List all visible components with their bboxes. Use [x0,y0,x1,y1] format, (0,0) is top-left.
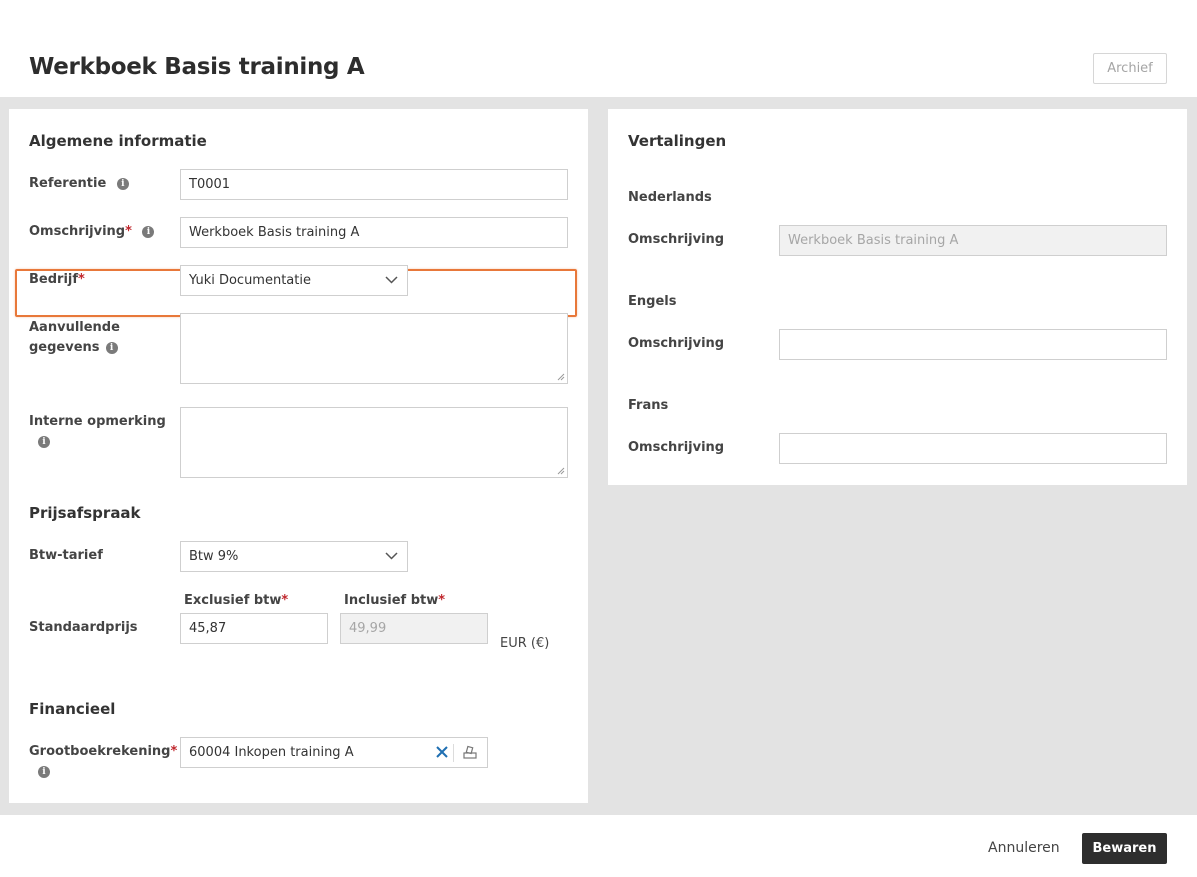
french-description-label: Omschrijving [628,440,725,455]
currency-label: EUR (€) [500,636,550,651]
info-icon[interactable]: i [38,436,50,448]
page-header: Werkboek Basis training A Archief [0,0,1197,97]
additional-label: Aanvullende gegevens i [29,320,120,355]
english-description-label: Omschrijving [628,336,725,351]
info-icon[interactable]: i [116,178,129,190]
vat-select[interactable]: Btw 9% [180,541,408,572]
content-area: Algemene informatie Referentie i T0001 O… [0,97,1197,815]
translations-section-title: Vertalingen [628,132,727,150]
gl-account-value: 60004 Inkopen training A [189,745,354,760]
chevron-down-icon [385,552,398,560]
incl-vat-label: Inclusief btw* [344,593,446,608]
dutch-description-label: Omschrijving [628,232,725,247]
required-marker: * [78,272,85,287]
language-heading-english: Engels [628,294,677,309]
clear-x-icon[interactable] [435,745,449,759]
reference-input[interactable]: T0001 [180,169,568,200]
internal-note-label: Interne opmerking i [29,414,166,448]
info-icon[interactable]: i [38,766,50,778]
excl-vat-input[interactable]: 45,87 [180,613,328,644]
excl-vat-label: Exclusief btw* [184,593,289,608]
description-input[interactable]: Werkboek Basis training A [180,217,568,248]
internal-note-textarea[interactable] [180,407,568,478]
dutch-description-input: Werkboek Basis training A [779,225,1167,256]
required-marker: * [438,593,446,608]
language-heading-dutch: Nederlands [628,190,712,205]
lookup-icon[interactable] [463,745,477,759]
company-select[interactable]: Yuki Documentatie [180,265,408,296]
required-marker: * [170,744,178,759]
language-heading-french: Frans [628,398,669,413]
required-marker: * [281,593,289,608]
info-icon[interactable]: i [142,226,155,238]
reference-label: Referentie i [29,174,129,194]
gl-account-label: Grootboekrekening* i [29,744,178,778]
pricing-section-title: Prijsafspraak [29,504,141,522]
required-marker: * [125,224,132,239]
translations-panel: Vertalingen Nederlands Omschrijving Werk… [608,109,1187,485]
info-icon[interactable]: i [105,342,118,354]
resize-grip-icon[interactable] [557,373,565,381]
financial-section-title: Financieel [29,700,116,718]
additional-textarea[interactable] [180,313,568,384]
page-title: Werkboek Basis training A [29,54,365,80]
save-button[interactable]: Bewaren [1082,833,1167,864]
gl-account-input[interactable]: 60004 Inkopen training A [180,737,488,768]
resize-grip-icon[interactable] [557,467,565,475]
vat-select-value: Btw 9% [189,549,239,564]
cancel-button[interactable]: Annuleren [980,833,1068,863]
standard-price-label: Standaardprijs [29,620,138,635]
general-section-title: Algemene informatie [29,132,207,150]
divider [453,744,454,762]
archive-button[interactable]: Archief [1093,53,1167,84]
description-label: Omschrijving* i [29,222,155,242]
footer-bar: Annuleren Bewaren [0,815,1197,877]
english-description-input[interactable] [779,329,1167,360]
incl-vat-input: 49,99 [340,613,488,644]
general-panel: Algemene informatie Referentie i T0001 O… [9,109,588,803]
french-description-input[interactable] [779,433,1167,464]
company-label: Bedrijf* [29,272,85,287]
chevron-down-icon [385,276,398,284]
company-select-value: Yuki Documentatie [189,273,311,288]
vat-label: Btw-tarief [29,548,103,563]
